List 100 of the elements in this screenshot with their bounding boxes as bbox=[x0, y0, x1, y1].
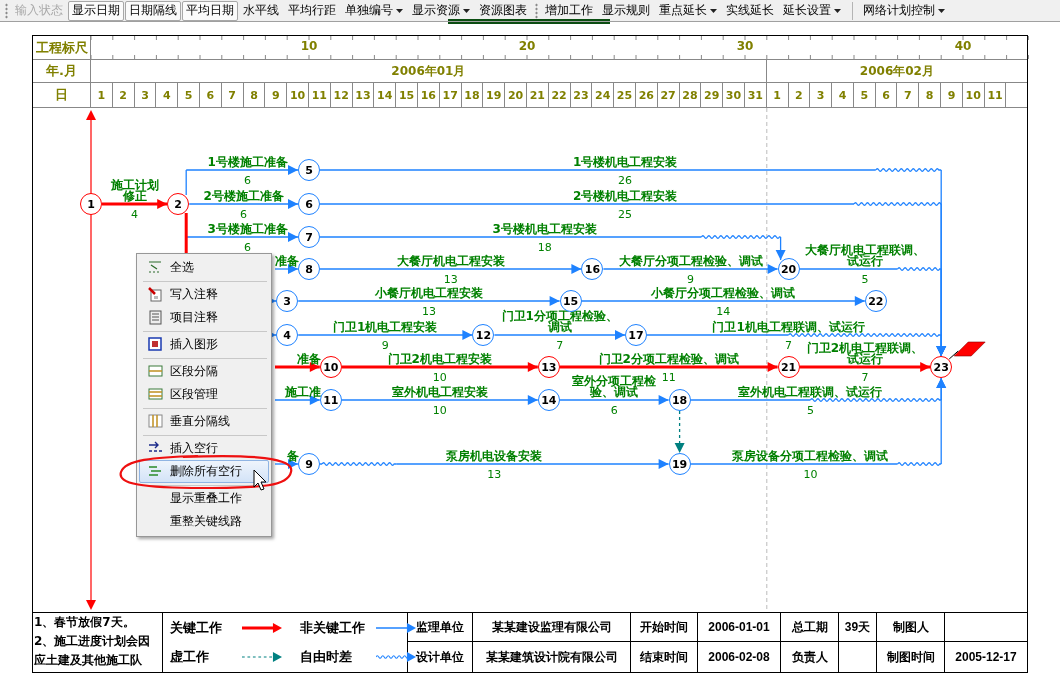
menu-item[interactable]: 重整关键线路 bbox=[139, 510, 269, 533]
day-label: 18 bbox=[461, 83, 484, 107]
node-circle: 14 bbox=[537, 389, 560, 411]
cursor-icon bbox=[253, 469, 267, 491]
delete-row-icon bbox=[147, 464, 163, 479]
day-label: 10 bbox=[287, 83, 309, 107]
activity-label: 大餐厅机电工程联调、试运行 bbox=[803, 245, 926, 267]
day-label: 6 bbox=[200, 83, 222, 107]
info-label: 制图人 bbox=[877, 613, 945, 642]
header-label: 工程标尺 bbox=[33, 36, 91, 59]
day-label: 4 bbox=[156, 83, 179, 107]
toolbar-button[interactable]: 显示资源 bbox=[408, 0, 474, 21]
activity-label: 门卫2机电工程安装 bbox=[387, 354, 492, 365]
info-value: 某某建筑设计院有限公司 bbox=[473, 642, 631, 672]
duration-label: 5 bbox=[861, 273, 869, 286]
day-label: 25 bbox=[614, 83, 636, 107]
duration-label: 6 bbox=[244, 241, 252, 254]
duration-label: 7 bbox=[556, 339, 564, 352]
toolbar-button[interactable]: 资源图表 bbox=[475, 0, 531, 21]
menu-item[interactable]: 删除所有空行 bbox=[139, 460, 269, 483]
duration-label: 26 bbox=[618, 174, 633, 187]
duration-label: 7 bbox=[785, 339, 793, 352]
menu-item[interactable]: 插入空行 bbox=[139, 437, 269, 460]
day-label: 9 bbox=[265, 83, 288, 107]
activity-label: 施工准 bbox=[284, 387, 321, 398]
scale-label: 30 bbox=[736, 39, 754, 53]
toolbar-button[interactable]: 增加工作 bbox=[541, 0, 597, 21]
day-label: 28 bbox=[679, 83, 702, 107]
toolbar-button[interactable]: 重点延长 bbox=[655, 0, 721, 21]
legend-label: 虚工作 bbox=[170, 648, 210, 667]
menu-item[interactable]: 区段分隔 bbox=[139, 360, 269, 383]
toolbar-button[interactable]: 日期隔线 bbox=[125, 0, 181, 21]
activity-label: 室外机电工程联调、试运行 bbox=[738, 387, 883, 398]
toolbar-button[interactable]: 平均行距 bbox=[284, 0, 340, 21]
duration-label: 6 bbox=[240, 208, 248, 221]
day-label: 7 bbox=[897, 83, 920, 107]
day-label: 2 bbox=[788, 83, 811, 107]
activity-label: 2号楼施工准备 bbox=[203, 191, 284, 202]
node-circle: 22 bbox=[864, 290, 887, 312]
toolbar-button[interactable]: 单独编号 bbox=[341, 0, 407, 21]
node-circle: 19 bbox=[668, 453, 691, 475]
duration-label: 25 bbox=[618, 208, 633, 221]
day-label: 9 bbox=[941, 83, 963, 107]
duration-label: 4 bbox=[131, 208, 139, 221]
day-label: 27 bbox=[657, 83, 680, 107]
day-label: 6 bbox=[875, 83, 898, 107]
toolbar-button[interactable]: 实线延长 bbox=[722, 0, 778, 21]
connector-line bbox=[184, 213, 188, 253]
toolbar-button[interactable]: 网络计划控制 bbox=[859, 0, 949, 21]
duration-label: 5 bbox=[806, 404, 814, 417]
activity-label: 门卫2分项工程检验、调试 bbox=[598, 354, 739, 365]
node-circle: 2 bbox=[167, 193, 190, 215]
toolbar-button[interactable]: 延长设置 bbox=[779, 0, 845, 21]
node-circle: 3 bbox=[276, 290, 299, 312]
info-value: 39天 bbox=[839, 613, 877, 642]
list-icon bbox=[147, 310, 163, 325]
menu-item[interactable]: 写入注释 bbox=[139, 283, 269, 306]
node-circle: 20 bbox=[777, 258, 800, 280]
info-value: 某某建设监理有限公司 bbox=[473, 613, 631, 642]
day-label: 24 bbox=[592, 83, 615, 107]
toolbar-button[interactable]: 水平线 bbox=[239, 0, 283, 21]
day-label: 1 bbox=[91, 83, 113, 107]
day-label: 23 bbox=[570, 83, 593, 107]
duration-label: 6 bbox=[610, 404, 618, 417]
day-label: 19 bbox=[483, 83, 506, 107]
activity-label: 大餐厅分项工程检验、调试 bbox=[618, 256, 763, 267]
day-label: 13 bbox=[352, 83, 375, 107]
menu-item[interactable]: 插入图形 bbox=[139, 333, 269, 356]
activity-label: 准备 bbox=[296, 354, 321, 365]
activity-label: 3号楼施工准备 bbox=[207, 224, 288, 235]
scale-label: 10 bbox=[300, 39, 318, 53]
info-label: 开始时间 bbox=[631, 613, 698, 642]
day-label: 30 bbox=[723, 83, 745, 107]
day-label: 3 bbox=[810, 83, 833, 107]
info-label: 总工期 bbox=[781, 613, 839, 642]
duration-label: 13 bbox=[443, 273, 458, 286]
legend-label: 关键工作 bbox=[170, 618, 223, 637]
duration-label: 18 bbox=[537, 241, 552, 254]
menu-item[interactable]: 显示重叠工作 bbox=[139, 487, 269, 510]
toolbar-button[interactable]: 显示日期 bbox=[68, 0, 124, 21]
menu-item[interactable]: 区段管理 bbox=[139, 383, 269, 406]
toolbar-button[interactable]: 显示规则 bbox=[598, 0, 654, 21]
legend-label: 自由时差 bbox=[300, 648, 353, 667]
menu-item[interactable]: 全选 bbox=[139, 256, 269, 279]
duration-label: 10 bbox=[432, 371, 447, 384]
day-label: 2 bbox=[112, 83, 135, 107]
toolbar-button[interactable]: 平均日期 bbox=[182, 0, 238, 21]
menu-item[interactable]: 项目注释 bbox=[139, 306, 269, 329]
node-circle: 21 bbox=[777, 356, 800, 378]
day-label: 26 bbox=[635, 83, 658, 107]
node-circle: 5 bbox=[298, 159, 320, 181]
day-label: 17 bbox=[439, 83, 462, 107]
duration-label: 11 bbox=[661, 371, 676, 384]
duration-label: 10 bbox=[803, 468, 818, 481]
activity-label: 泵房机电设备安装 bbox=[446, 451, 543, 462]
day-label: 21 bbox=[526, 83, 549, 107]
note-icon bbox=[147, 287, 163, 302]
menu-item[interactable]: 垂直分隔线 bbox=[139, 410, 269, 433]
legend-label: 非关键工作 bbox=[300, 618, 366, 637]
node-circle: 13 bbox=[537, 356, 560, 378]
